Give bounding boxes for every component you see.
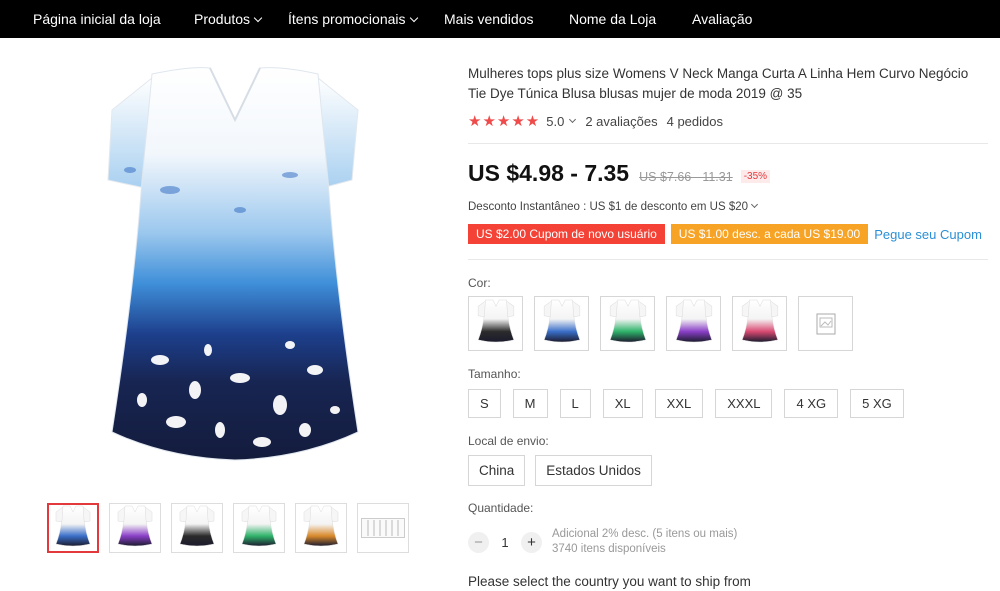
nav-promotional-items[interactable]: Ítens promocionais	[288, 0, 418, 38]
color-swatch-pink[interactable]	[732, 296, 787, 351]
thumbnail-image	[115, 504, 155, 553]
thumbnail-green[interactable]	[233, 503, 285, 553]
chevron-down-icon	[750, 200, 759, 209]
divider	[468, 259, 988, 260]
thumbnail-black[interactable]	[171, 503, 223, 553]
store-coupon[interactable]: US $1.00 desc. a cada US $19.00	[670, 224, 869, 244]
reviews-count[interactable]: 2 avaliações	[585, 114, 657, 129]
size-chart-icon	[361, 518, 405, 538]
new-user-coupon[interactable]: US $2.00 Cupom de novo usuário	[468, 224, 665, 244]
color-label: Cor:	[468, 276, 491, 290]
rating-value[interactable]: 5.0	[546, 114, 564, 129]
coupon-row: US $2.00 Cupom de novo usuário US $1.00 …	[468, 224, 982, 244]
color-swatch-black[interactable]	[468, 296, 523, 351]
thumbnail-blue[interactable]	[47, 503, 99, 553]
quantity-increase-button[interactable]: +	[521, 531, 542, 553]
thumbnail-image	[301, 504, 341, 553]
current-price: US $4.98 - 7.35	[468, 160, 630, 186]
thumbnail-size-chart[interactable]	[357, 503, 409, 553]
color-swatch-purple[interactable]	[666, 296, 721, 351]
size-option-l[interactable]: L	[559, 389, 591, 418]
quantity-stepper: − 1 + Adicional 2% desc. (5 itens ou mai…	[468, 527, 737, 557]
quantity-info: Adicional 2% desc. (5 itens ou mais) 374…	[552, 527, 737, 557]
shipping-label: Local de envio:	[468, 434, 549, 448]
shirt-image	[739, 297, 781, 350]
size-option-m[interactable]: M	[512, 389, 548, 418]
chevron-down-icon	[409, 13, 418, 23]
ship-from-united-states[interactable]: Estados Unidos	[535, 455, 652, 486]
size-label: Tamanho:	[468, 367, 521, 381]
orders-count: 4 pedidos	[666, 113, 723, 129]
size-option-s[interactable]: S	[468, 389, 501, 418]
bulk-discount-note: Adicional 2% desc. (5 itens ou mais)	[552, 528, 738, 540]
shipping-options: China Estados Unidos	[468, 455, 652, 486]
size-option-xxl[interactable]: XXL	[654, 389, 704, 418]
original-price: US $7.66 - 11.31	[639, 170, 733, 184]
size-option-4xg[interactable]: 4 XG	[784, 389, 839, 418]
ship-from-china[interactable]: China	[468, 455, 526, 486]
size-option-xxxl[interactable]: XXXL	[715, 389, 773, 418]
thumbnail-image	[239, 504, 279, 553]
nav-best-sellers[interactable]: Mais vendidos	[444, 0, 534, 38]
size-options: S M L XL XXL XXXL 4 XG 5 XG	[468, 389, 904, 418]
broken-image-icon	[816, 313, 835, 334]
color-swatch-placeholder[interactable]	[798, 296, 853, 351]
instant-discount[interactable]: Desconto Instantâneo : US $1 de desconto…	[468, 200, 759, 213]
quantity-label: Quantidade:	[468, 501, 534, 515]
nav-reviews[interactable]: Avaliação	[692, 0, 752, 38]
stock-available: 3740 itens disponíveis	[552, 543, 666, 555]
thumbnail-image	[177, 504, 217, 553]
shirt-image	[607, 297, 649, 350]
get-coupon-link[interactable]: Pegue seu Cupom	[874, 227, 982, 242]
star-rating-icon: ★★★★★	[468, 113, 541, 130]
color-swatches	[468, 296, 853, 351]
quantity-input[interactable]: 1	[489, 535, 521, 550]
store-nav-bar: Página inicial da loja Produtos Ítens pr…	[0, 0, 1000, 38]
nav-store-home[interactable]: Página inicial da loja	[33, 0, 161, 38]
color-swatch-blue[interactable]	[534, 296, 589, 351]
price-row: US $4.98 - 7.35 US $7.66 - 11.31 -35%	[468, 160, 771, 187]
ship-country-note: Please select the country you want to sh…	[468, 574, 751, 589]
tunic-illustration	[107, 67, 359, 461]
thumbnail-purple[interactable]	[109, 503, 161, 553]
thumbnail-orange[interactable]	[295, 503, 347, 553]
thumbnail-image	[53, 504, 93, 553]
chevron-down-icon	[253, 13, 263, 23]
product-title: Mulheres tops plus size Womens V Neck Ma…	[468, 66, 969, 101]
shirt-image	[541, 297, 583, 350]
shirt-image	[673, 297, 715, 350]
size-option-5xg[interactable]: 5 XG	[850, 389, 904, 418]
rating-row: ★★★★★ 5.0 2 avaliações 4 pedidos	[468, 112, 723, 130]
quantity-decrease-button[interactable]: −	[468, 531, 489, 553]
divider	[468, 143, 988, 144]
nav-products[interactable]: Produtos	[194, 0, 263, 38]
thumbnail-strip	[47, 503, 409, 553]
shirt-image	[475, 297, 517, 350]
color-swatch-green[interactable]	[600, 296, 655, 351]
main-product-image[interactable]	[90, 60, 380, 490]
discount-badge: -35%	[740, 170, 771, 183]
size-option-xl[interactable]: XL	[602, 389, 643, 418]
chevron-down-icon[interactable]	[569, 115, 577, 124]
nav-store-name[interactable]: Nome da Loja	[569, 0, 656, 38]
